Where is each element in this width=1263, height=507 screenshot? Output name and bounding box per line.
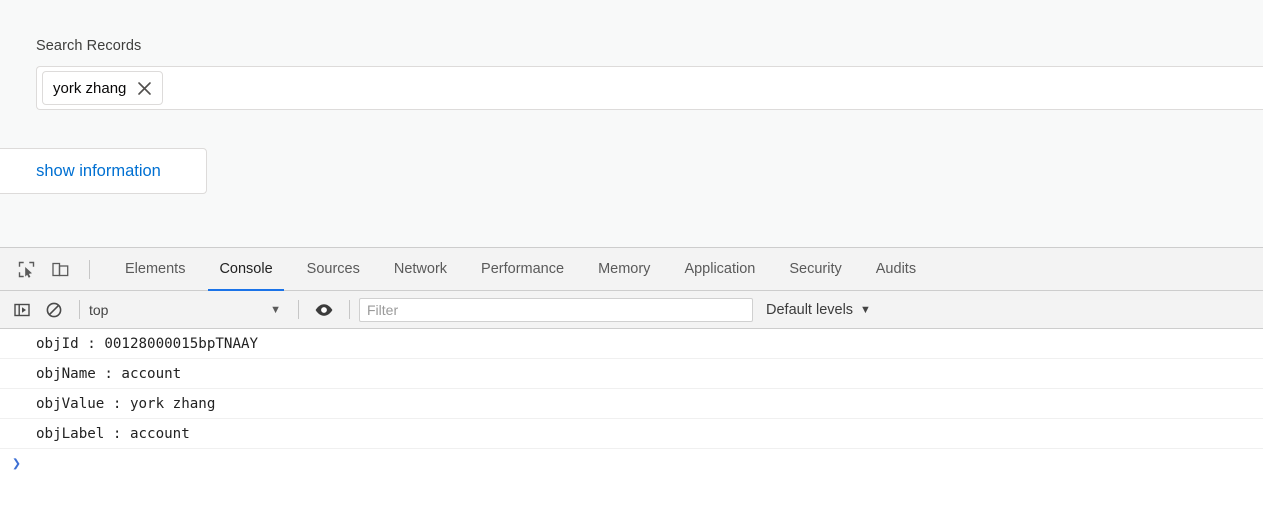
chevron-down-icon: ▼ — [860, 303, 871, 316]
console-message-text: objName : account — [36, 365, 182, 382]
inspect-element-icon[interactable] — [9, 251, 43, 287]
console-toolbar-divider-1 — [79, 300, 80, 319]
tab-security-label: Security — [789, 261, 842, 277]
tab-console-label: Console — [219, 261, 273, 277]
tab-sources[interactable]: Sources — [290, 248, 377, 291]
console-log-levels-dropdown[interactable]: Default levels ▼ — [766, 302, 871, 318]
tab-network[interactable]: Network — [377, 248, 464, 291]
tab-audits-label: Audits — [875, 261, 917, 277]
clear-console-icon[interactable] — [38, 295, 70, 325]
toolbar-divider — [89, 259, 90, 279]
console-toolbar: top ▼ Default levels ▼ — [0, 291, 1263, 329]
prompt-chevron-icon: ❯ — [12, 454, 22, 472]
devtools-tab-list: Elements Console Sources Network Perform… — [108, 248, 933, 292]
tab-memory[interactable]: Memory — [581, 248, 667, 291]
console-input-prompt[interactable]: ❯ — [0, 449, 1263, 477]
console-message-row[interactable]: objLabel : account — [0, 419, 1263, 449]
console-toolbar-divider-3 — [349, 300, 350, 319]
close-x-icon[interactable] — [134, 78, 154, 98]
search-records-label: Search Records — [36, 38, 142, 54]
console-sidebar-icon[interactable] — [6, 295, 38, 325]
device-toggle-icon[interactable] — [43, 251, 77, 287]
tab-performance-label: Performance — [481, 261, 565, 277]
tab-application-label: Application — [684, 261, 756, 277]
tab-security[interactable]: Security — [772, 248, 858, 291]
tab-elements[interactable]: Elements — [108, 248, 202, 291]
screen-root: Search Records york zhang show informati… — [0, 0, 1263, 507]
devtools-panel: Elements Console Sources Network Perform… — [0, 247, 1263, 507]
tab-elements-label: Elements — [125, 261, 186, 277]
console-message-row[interactable]: objId : 00128000015bpTNAAY — [0, 329, 1263, 359]
tab-performance[interactable]: Performance — [464, 248, 581, 291]
console-message-text: objValue : york zhang — [36, 395, 216, 412]
console-filter-input[interactable] — [359, 297, 753, 322]
tab-network-label: Network — [393, 261, 448, 277]
execution-context-dropdown[interactable]: top ▼ — [89, 298, 289, 322]
console-toolbar-divider-2 — [298, 300, 299, 319]
devtools-tabbar: Elements Console Sources Network Perform… — [0, 248, 1263, 292]
search-input-field[interactable]: york zhang — [36, 66, 1263, 110]
tab-audits[interactable]: Audits — [859, 248, 933, 291]
live-expression-eye-icon[interactable] — [308, 295, 340, 325]
tab-console[interactable]: Console — [202, 248, 289, 292]
console-message-list[interactable]: objId : 00128000015bpTNAAY objName : acc… — [0, 329, 1263, 506]
execution-context-value: top — [89, 301, 109, 318]
show-information-button[interactable]: show information — [0, 148, 207, 194]
tab-memory-label: Memory — [598, 261, 651, 277]
web-page-region: Search Records york zhang show informati… — [0, 0, 1263, 247]
console-message-row[interactable]: objValue : york zhang — [0, 389, 1263, 419]
search-token-pill[interactable]: york zhang — [42, 71, 164, 105]
console-message-row[interactable]: objName : account — [0, 359, 1263, 389]
console-log-levels-label: Default levels — [766, 301, 854, 318]
console-message-text: objLabel : account — [36, 425, 190, 442]
tab-sources-label: Sources — [306, 261, 360, 277]
search-token-label: york zhang — [53, 79, 127, 97]
chevron-down-icon: ▼ — [270, 303, 281, 316]
tab-application[interactable]: Application — [667, 248, 772, 291]
console-message-text: objId : 00128000015bpTNAAY — [36, 335, 259, 352]
